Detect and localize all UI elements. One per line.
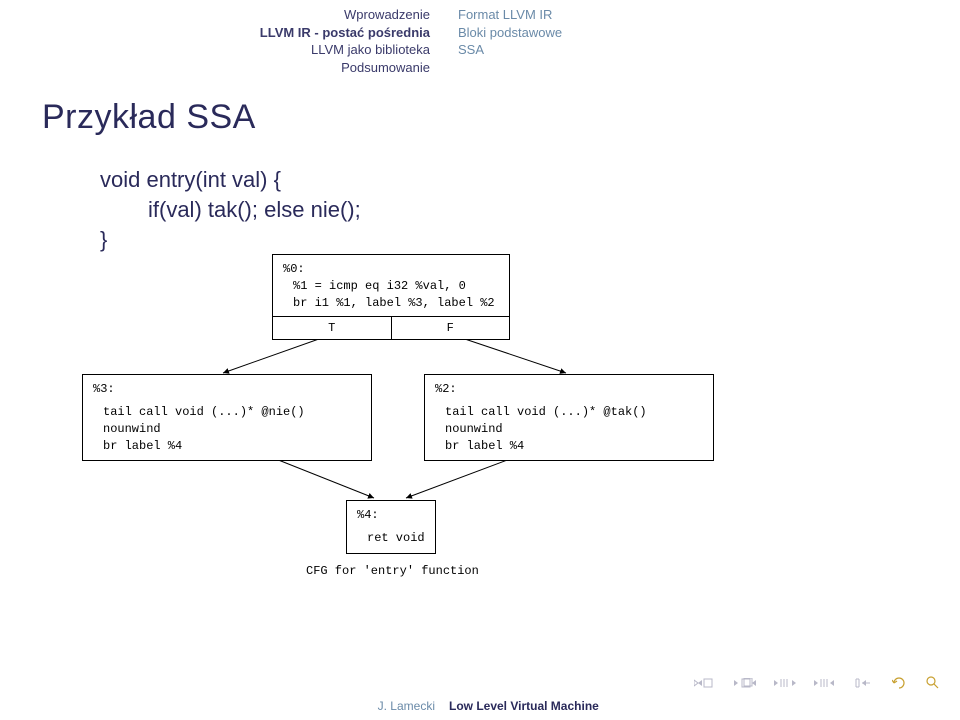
nav-item: Bloki podstawowe: [458, 24, 562, 42]
ir-line: br label %4: [93, 438, 361, 455]
nav-item: SSA: [458, 41, 562, 59]
c-source-code: void entry(int val) { if(val) tak(); els…: [0, 137, 960, 254]
nav-item: LLVM jako biblioteka: [0, 41, 430, 59]
ir-line: ret void: [357, 530, 425, 547]
nav-next-section-icon[interactable]: [814, 678, 836, 688]
block-2: %2: tail call void (...)* @tak() nounwin…: [424, 374, 714, 461]
ir-line: br i1 %1, label %3, label %2: [283, 295, 499, 312]
nav-prev-frame-icon[interactable]: [734, 678, 756, 688]
nav-prev-slide-icon[interactable]: [694, 678, 716, 688]
cfg-diagram: %0: %1 = icmp eq i32 %val, 0 br i1 %1, l…: [0, 254, 960, 634]
code-line: void entry(int val) {: [100, 165, 960, 195]
ir-line: tail call void (...)* @nie() nounwind: [93, 404, 361, 438]
ir-line: %1 = icmp eq i32 %val, 0: [283, 278, 499, 295]
footer: J. Lamecki Low Level Virtual Machine: [0, 694, 960, 720]
footer-author: J. Lamecki: [0, 694, 435, 720]
block-3: %3: tail call void (...)* @nie() nounwin…: [82, 374, 372, 461]
nav-prev-section-icon[interactable]: [774, 678, 796, 688]
header-sections-left: Wprowadzenie LLVM IR - postać pośrednia …: [0, 6, 430, 76]
page-title: Przykład SSA: [0, 78, 960, 137]
nav-item: LLVM IR - postać pośrednia: [0, 24, 430, 42]
code-line: if(val) tak(); else nie();: [100, 195, 960, 225]
cfg-caption: CFG for 'entry' function: [306, 564, 479, 578]
header: Wprowadzenie LLVM IR - postać pośrednia …: [0, 0, 960, 78]
nav-end-icon[interactable]: [854, 678, 874, 688]
nav-item: Podsumowanie: [0, 59, 430, 77]
block-label: %0:: [283, 261, 499, 278]
block-label: %2:: [435, 381, 703, 398]
nav-back-icon[interactable]: [892, 677, 908, 689]
branch-false: F: [392, 317, 510, 340]
header-subsections-right: Format LLVM IR Bloki podstawowe SSA: [430, 6, 562, 76]
ir-line: br label %4: [435, 438, 703, 455]
footer-title: Low Level Virtual Machine: [435, 694, 599, 720]
block-0: %0: %1 = icmp eq i32 %val, 0 br i1 %1, l…: [272, 254, 510, 340]
code-line: }: [100, 225, 960, 255]
block-4: %4: ret void: [346, 500, 436, 554]
branch-row: T F: [273, 316, 509, 340]
beamer-nav: [694, 676, 940, 690]
nav-item: Format LLVM IR: [458, 6, 562, 24]
block-label: %3:: [93, 381, 361, 398]
branch-true: T: [273, 317, 392, 340]
nav-item: Wprowadzenie: [0, 6, 430, 24]
nav-search-icon[interactable]: [926, 676, 940, 690]
block-label: %4:: [357, 507, 425, 524]
ir-line: tail call void (...)* @tak() nounwind: [435, 404, 703, 438]
